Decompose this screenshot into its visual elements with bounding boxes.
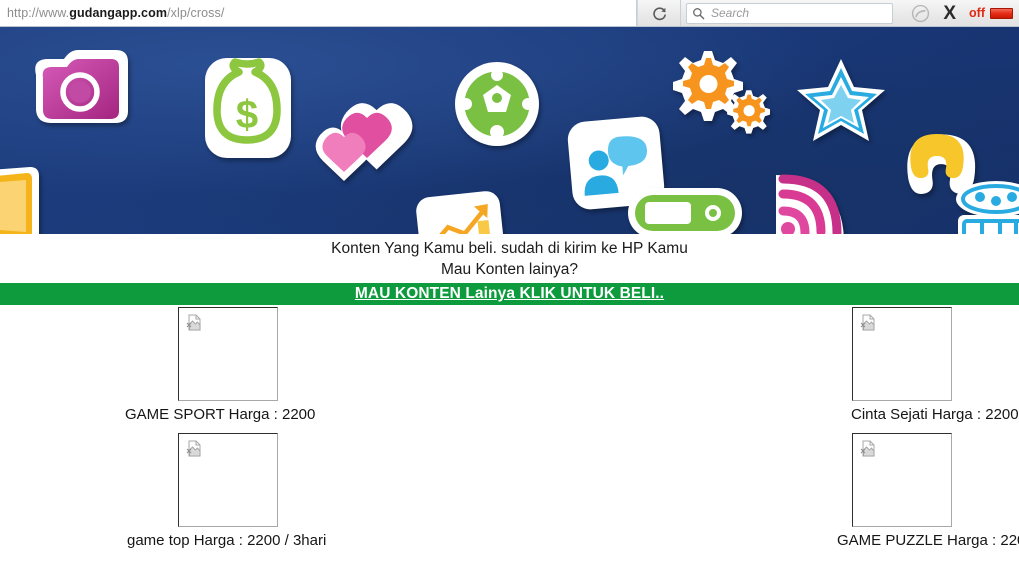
- reload-button[interactable]: [637, 0, 681, 26]
- toolbar-extensions: X off: [897, 0, 1019, 26]
- hearts-icon: [310, 99, 420, 194]
- broken-image-icon: [860, 440, 875, 457]
- product-caption: game top Harga : 2200 / 3hari: [127, 532, 327, 549]
- product-item[interactable]: game top Harga : 2200 / 3hari: [127, 433, 326, 550]
- browser-toolbar: http://www.gudangapp.com/xlp/cross/ Sear…: [0, 0, 1019, 27]
- message-line-2: Mau Konten lainya?: [440, 261, 578, 278]
- search-input[interactable]: Search: [686, 2, 893, 24]
- product-item[interactable]: GAME PUZZLE Harga : 2200: [837, 433, 1019, 550]
- product-thumbnail[interactable]: [178, 433, 278, 527]
- broken-image-icon: [186, 440, 201, 457]
- address-bar[interactable]: http://www.gudangapp.com/xlp/cross/: [0, 0, 637, 26]
- url-prefix: http://www.: [7, 6, 70, 20]
- handheld-console-icon: [625, 182, 745, 234]
- address-bar-url: http://www.gudangapp.com/xlp/cross/: [0, 6, 224, 20]
- rss-signal-icon: [768, 167, 850, 234]
- url-path: /xlp/cross/: [167, 6, 225, 20]
- product-caption: GAME SPORT Harga : 2200: [125, 406, 316, 423]
- message-block: Konten Yang Kamu beli. sudah di kirim ke…: [0, 234, 1019, 280]
- broken-image-icon: [186, 314, 201, 331]
- extension-off-toggle[interactable]: off: [969, 6, 1013, 20]
- url-host: gudangapp.com: [69, 6, 168, 20]
- bar-chart-icon: [415, 190, 507, 234]
- message-line-1: Konten Yang Kamu beli. sudah di kirim ke…: [331, 240, 688, 257]
- product-caption: GAME PUZZLE Harga : 2200: [837, 532, 1019, 549]
- promo-banner-image: $: [0, 27, 1019, 234]
- page-content: $ Konten Yang Kamu beli. sudah di kirim …: [0, 27, 1019, 550]
- product-grid: GAME SPORT Harga : 2200 game top Harga :…: [0, 305, 1019, 565]
- extension-off-label: off: [969, 6, 985, 20]
- notebook-icon: [0, 162, 50, 234]
- product-caption: Cinta Sejati Harga : 2200: [851, 406, 1019, 423]
- cta-bar: MAU KONTEN Lainya KLIK UNTUK BELI..: [0, 283, 1019, 305]
- svg-text:$: $: [236, 93, 258, 137]
- money-bag-icon: $: [198, 52, 298, 164]
- camera-icon: [18, 45, 134, 143]
- close-x-icon[interactable]: X: [943, 4, 956, 23]
- product-item[interactable]: Cinta Sejati Harga : 2200: [851, 307, 1019, 424]
- cta-link[interactable]: MAU KONTEN Lainya KLIK UNTUK BELI..: [355, 285, 664, 303]
- film-reel-icon: [950, 177, 1019, 234]
- product-thumbnail[interactable]: [852, 433, 952, 527]
- soccer-ball-icon: [452, 59, 542, 149]
- reload-icon: [652, 6, 666, 20]
- adblock-shield-icon[interactable]: [911, 4, 930, 23]
- extension-off-swatch: [990, 7, 1013, 19]
- search-input-placeholder: Search: [711, 6, 750, 20]
- star-icon: [795, 57, 887, 145]
- product-thumbnail[interactable]: [852, 307, 952, 401]
- product-thumbnail[interactable]: [178, 307, 278, 401]
- product-item[interactable]: GAME SPORT Harga : 2200: [125, 307, 315, 424]
- gears-icon: [668, 49, 770, 137]
- broken-image-icon: [860, 314, 875, 331]
- search-container: Search: [681, 0, 897, 26]
- search-icon: [693, 7, 705, 19]
